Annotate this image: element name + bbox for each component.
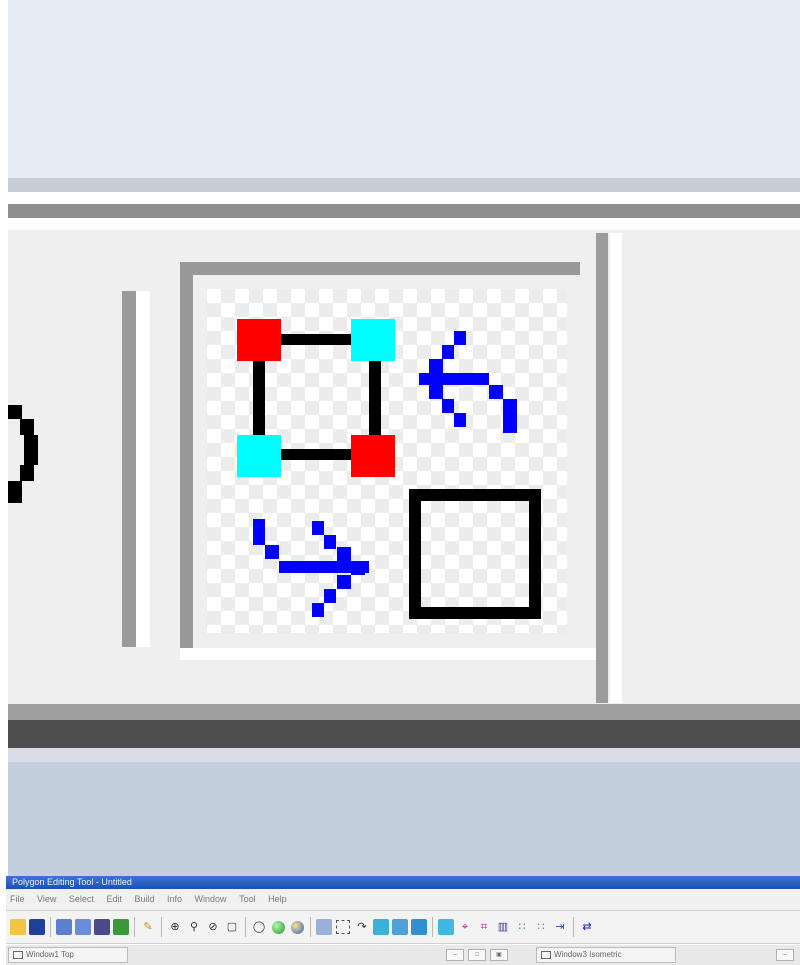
menu-help[interactable]: Help <box>268 894 287 904</box>
circle-outline-icon[interactable]: ◯ <box>251 919 267 935</box>
color-sphere-icon[interactable] <box>289 919 305 935</box>
open-folder-icon[interactable] <box>10 919 26 935</box>
shield-icon[interactable] <box>113 919 129 935</box>
window-titlebar[interactable]: Polygon Editing Tool - Untitled <box>6 876 800 889</box>
grid-icon[interactable] <box>373 919 389 935</box>
table-icon[interactable] <box>411 919 427 935</box>
previous-icon-partial[interactable] <box>8 400 40 510</box>
transform-icon[interactable] <box>75 919 91 935</box>
minimize-button[interactable]: ‒ <box>446 949 464 961</box>
toolbar-highlight <box>8 192 800 204</box>
vertex-icon[interactable]: ⌗ <box>476 919 492 935</box>
menu-file[interactable]: File <box>10 894 25 904</box>
menu-view[interactable]: View <box>37 894 56 904</box>
toolbar-border <box>8 204 800 218</box>
grid-nodes-icon[interactable] <box>392 919 408 935</box>
window-tab-top[interactable]: Window1 Top <box>8 947 128 963</box>
button-shadow-top <box>180 262 580 275</box>
tile-button[interactable]: □ <box>468 949 486 961</box>
toolbar-background-bottom <box>8 762 800 876</box>
toolbar-separator <box>161 917 162 937</box>
zoom-icon[interactable]: ⊘ <box>205 919 221 935</box>
paint-bucket-icon[interactable] <box>316 919 332 935</box>
menu-tool[interactable]: Tool <box>239 894 256 904</box>
toolbar-separator <box>50 917 51 937</box>
main-toolbar: ✎ ⊕ ⚲ ⊘ ▢ ◯ ↷ ⌖ ⌗ ▥ ∷ ∷ ⇥ ⇄ <box>6 910 800 944</box>
brush-icon[interactable]: ✎ <box>140 919 156 935</box>
maximize-button[interactable]: ▣ <box>490 949 508 961</box>
swap-polygon-icon-small[interactable]: ⇄ <box>579 919 595 935</box>
toolbar-separator <box>310 917 311 937</box>
toolbar-bottom-shadow <box>8 720 800 748</box>
button-highlight-bottom <box>180 648 598 660</box>
window-tabs-bar: Window1 Top ‒ □ ▣ Window3 Isometric ‒ <box>6 945 800 965</box>
toolbar-background-top <box>8 0 800 178</box>
save-icon[interactable] <box>29 919 45 935</box>
search-icon[interactable]: ⚲ <box>186 919 202 935</box>
toolbar-separator-highlight <box>136 291 150 647</box>
split-icon[interactable]: ▥ <box>495 919 511 935</box>
button-shadow-left <box>180 262 193 648</box>
toolbar-separator <box>122 291 136 647</box>
color-grid-icon[interactable] <box>438 919 454 935</box>
menu-bar: File View Select Edit Build Info Window … <box>6 889 800 910</box>
window-tab-label: Window1 Top <box>26 950 74 959</box>
toolbar-separator <box>134 917 135 937</box>
menu-build[interactable]: Build <box>134 894 154 904</box>
lasso-icon[interactable]: ↷ <box>354 919 370 935</box>
gear-icon[interactable] <box>94 919 110 935</box>
window-tab-label: Window3 Isometric <box>554 950 622 959</box>
toolbar-bottom-border <box>8 704 800 720</box>
vertex-move-icon[interactable]: ⌖ <box>457 919 473 935</box>
menu-select[interactable]: Select <box>69 894 94 904</box>
paint-icon[interactable] <box>56 919 72 935</box>
green-sphere-icon[interactable] <box>270 919 286 935</box>
window-title: Polygon Editing Tool - Untitled <box>12 877 132 887</box>
menu-edit[interactable]: Edit <box>106 894 122 904</box>
window-tab-isometric[interactable]: Window3 Isometric <box>536 947 676 963</box>
toolbar-vertical-separator-highlight <box>610 233 622 703</box>
toolbar-bottom-highlight <box>8 748 800 762</box>
toolbar-edge <box>8 178 800 192</box>
dashed-select-icon[interactable] <box>335 919 351 935</box>
dashed-grid-icon[interactable]: ∷ <box>533 919 549 935</box>
select-zoom-icon[interactable]: ▢ <box>224 919 240 935</box>
toolbar-vertical-separator <box>596 233 608 703</box>
arrow-right-icon[interactable]: ⇥ <box>552 919 568 935</box>
menu-window[interactable]: Window <box>195 894 227 904</box>
zoomed-toolbar-view <box>0 0 800 876</box>
toolbar-separator <box>432 917 433 937</box>
toolbar-separator <box>245 917 246 937</box>
menu-info[interactable]: Info <box>167 894 182 904</box>
window-icon <box>541 950 551 959</box>
zoom-in-icon[interactable]: ⊕ <box>167 919 183 935</box>
dotted-grid-icon[interactable]: ∷ <box>514 919 530 935</box>
minimize-button[interactable]: ‒ <box>776 949 794 961</box>
toolbar-border-highlight <box>8 218 800 230</box>
window-icon <box>13 950 23 959</box>
toolbar-separator <box>573 917 574 937</box>
swap-polygon-icon <box>237 319 541 619</box>
